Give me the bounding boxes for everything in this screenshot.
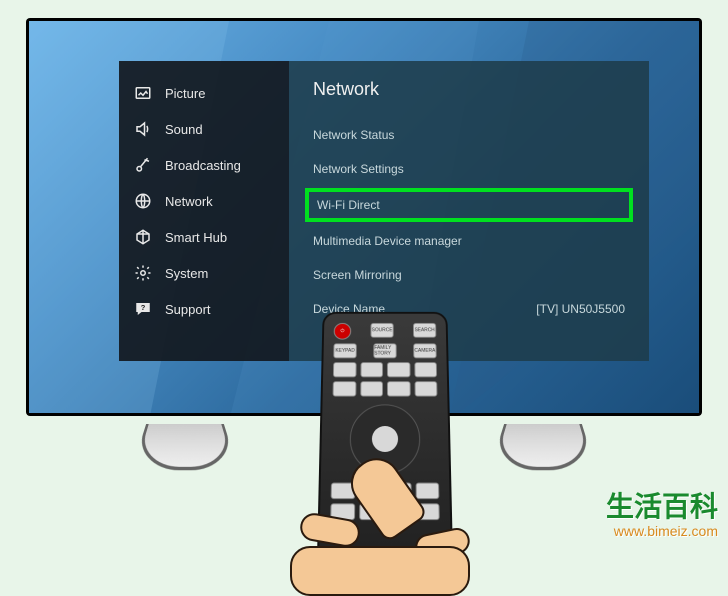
support-icon: ?: [133, 299, 153, 319]
remote-family-story-button[interactable]: FAMILY STORY: [373, 343, 396, 358]
remote-button[interactable]: [333, 362, 356, 377]
menu-item-network-status[interactable]: Network Status: [313, 124, 625, 146]
remote-source-button[interactable]: SOURCE: [370, 323, 393, 338]
watermark-url: www.bimeiz.com: [606, 523, 718, 540]
sidebar-item-label: Sound: [165, 122, 203, 137]
menu-item-label: Screen Mirroring: [313, 268, 402, 282]
sidebar-item-label: Broadcasting: [165, 158, 241, 173]
menu-item-network-settings[interactable]: Network Settings: [313, 158, 625, 180]
sidebar-item-support[interactable]: ? Support: [119, 291, 289, 327]
menu-item-label: Wi-Fi Direct: [317, 198, 380, 212]
menu-item-multimedia-device-manager[interactable]: Multimedia Device manager: [313, 230, 625, 252]
remote-button[interactable]: [360, 381, 383, 396]
menu-item-label: Network Settings: [313, 162, 404, 176]
picture-icon: [133, 83, 153, 103]
menu-item-label: Network Status: [313, 128, 394, 142]
menu-item-wifi-direct[interactable]: Wi-Fi Direct: [305, 188, 633, 222]
remote-button[interactable]: [387, 381, 410, 396]
svg-text:?: ?: [141, 303, 146, 312]
remote-button[interactable]: [333, 381, 356, 396]
menu-item-screen-mirroring[interactable]: Screen Mirroring: [313, 264, 625, 286]
broadcasting-icon: [133, 155, 153, 175]
sidebar-item-picture[interactable]: Picture: [119, 75, 289, 111]
sidebar-item-smarthub[interactable]: Smart Hub: [119, 219, 289, 255]
menu-item-label: Multimedia Device manager: [313, 234, 462, 248]
sound-icon: [133, 119, 153, 139]
sidebar-item-label: System: [165, 266, 208, 281]
remote-button[interactable]: [387, 362, 410, 377]
smarthub-icon: [133, 227, 153, 247]
sidebar-item-label: Picture: [165, 86, 205, 101]
sidebar-item-broadcasting[interactable]: Broadcasting: [119, 147, 289, 183]
hand-illustration: [260, 426, 500, 566]
remote-button[interactable]: [414, 362, 437, 377]
network-icon: [133, 191, 153, 211]
sidebar-item-network[interactable]: Network: [119, 183, 289, 219]
remote-keypad-button[interactable]: KEYPAD: [333, 343, 357, 358]
settings-sidebar: Picture Sound Broadcasting: [119, 61, 289, 361]
system-icon: [133, 263, 153, 283]
remote-camera-button[interactable]: CAMERA: [413, 343, 437, 358]
watermark: 生活百科 www.bimeiz.com: [606, 490, 718, 540]
remote-button[interactable]: [360, 362, 383, 377]
panel-title: Network: [313, 79, 625, 100]
sidebar-item-label: Smart Hub: [165, 230, 227, 245]
sidebar-item-label: Support: [165, 302, 211, 317]
remote-power-button[interactable]: ⏻: [334, 323, 352, 340]
sidebar-item-label: Network: [165, 194, 213, 209]
remote-button[interactable]: [414, 381, 437, 396]
remote-search-button[interactable]: SEARCH: [413, 323, 436, 338]
sidebar-item-system[interactable]: System: [119, 255, 289, 291]
watermark-text: 生活百科: [606, 490, 718, 524]
menu-list: Network Status Network Settings Wi-Fi Di…: [313, 124, 625, 320]
sidebar-item-sound[interactable]: Sound: [119, 111, 289, 147]
menu-item-value: [TV] UN50J5500: [536, 302, 625, 316]
